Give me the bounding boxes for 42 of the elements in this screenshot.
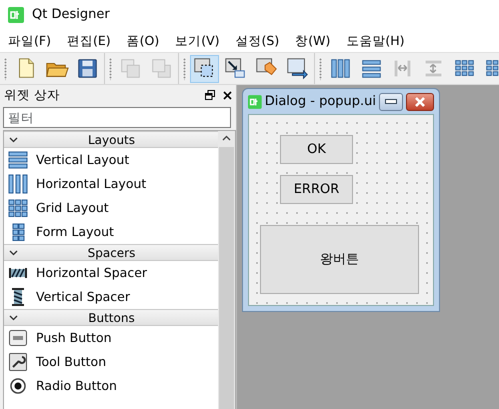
window-title: Qt Designer xyxy=(32,6,110,24)
menu-item[interactable]: 파일(F) xyxy=(0,30,59,52)
push-button[interactable]: OK xyxy=(280,135,353,164)
widget-item[interactable]: Horizontal Layout xyxy=(36,174,146,194)
dialog-title: Dialog - popup.ui xyxy=(264,92,376,111)
widget-item[interactable]: Vertical Layout xyxy=(36,150,130,170)
menu-item[interactable]: 도움말(H) xyxy=(338,30,412,52)
widget-item[interactable]: Tool Button xyxy=(36,352,106,372)
menu-item[interactable]: 편집(E) xyxy=(58,30,119,52)
float-icon[interactable] xyxy=(205,90,215,100)
menu-item[interactable]: 폼(O) xyxy=(118,30,168,52)
chevron-icon xyxy=(8,135,19,144)
category-header[interactable]: Buttons xyxy=(4,309,218,326)
widget-item[interactable]: Horizontal Spacer xyxy=(36,264,148,282)
filter-field[interactable]: 필터 xyxy=(3,107,231,128)
minimize-button[interactable] xyxy=(379,92,404,110)
chevron-icon xyxy=(8,313,19,322)
grid-layout-icon xyxy=(8,198,28,218)
scrollbar[interactable] xyxy=(218,131,235,409)
category-header[interactable]: Layouts xyxy=(4,131,218,148)
rows-layout-icon xyxy=(8,150,28,170)
push-button[interactable]: 왕버튼 xyxy=(260,225,419,294)
push-button[interactable]: ERROR xyxy=(280,175,353,204)
menu-item[interactable]: 설정(S) xyxy=(228,30,288,52)
close-icon[interactable] xyxy=(223,90,232,100)
minimize-icon xyxy=(385,99,398,104)
chevron-icon xyxy=(8,248,19,257)
widget-item[interactable]: Form Layout xyxy=(36,222,114,242)
toolbar-button[interactable] xyxy=(190,54,219,82)
radio-icon xyxy=(8,376,28,396)
columns-layout-icon xyxy=(8,174,28,194)
dock-title: 위젯 상자 xyxy=(4,86,60,104)
widget-item[interactable]: Radio Button xyxy=(36,376,117,396)
widget-item[interactable]: Vertical Spacer xyxy=(36,288,130,306)
widget-item[interactable]: Grid Layout xyxy=(36,198,109,218)
menu-item[interactable]: 창(W) xyxy=(287,30,338,52)
menu-item[interactable]: 보기(V) xyxy=(167,30,228,52)
push-button-icon xyxy=(8,328,28,348)
widget-item[interactable]: Push Button xyxy=(36,328,112,348)
close-button[interactable] xyxy=(406,92,434,110)
close-icon xyxy=(414,96,426,106)
category-header[interactable]: Spacers xyxy=(4,244,218,261)
